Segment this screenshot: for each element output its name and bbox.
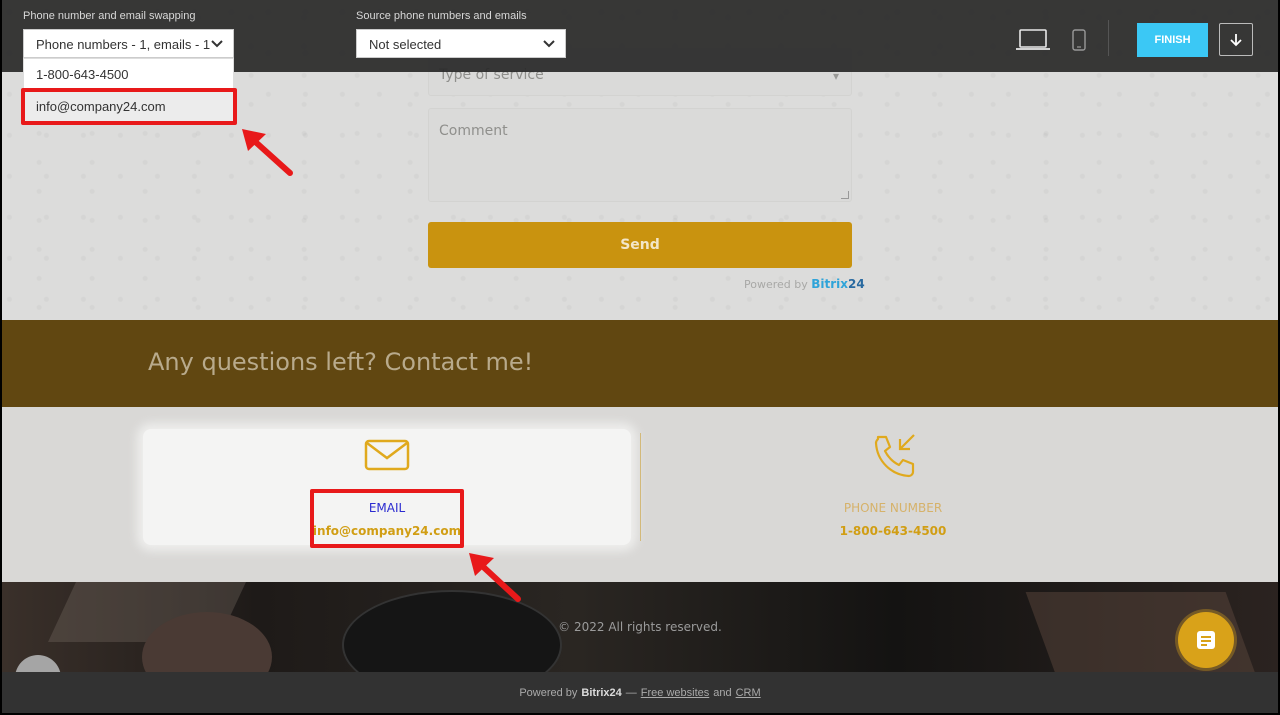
contacts-section: EMAIL info@company24.com PHONE NUMBER 1-… [2,407,1278,582]
envelope-icon [364,439,410,471]
footer-background: © 2022 All rights reserved. [2,582,1278,672]
highlight-box-email [310,489,464,548]
dropdown-item-phone[interactable]: 1-800-643-4500 [24,59,233,91]
comment-textarea[interactable]: Comment [428,108,852,202]
resize-handle-icon[interactable] [841,191,849,199]
swap-select[interactable]: Phone numbers - 1, emails - 1 [23,29,234,58]
download-button[interactable] [1219,23,1253,56]
copyright-text: © 2022 All rights reserved. [558,620,722,634]
form-powered-by: Powered by Bitrix24 [744,277,865,291]
chevron-down-icon [211,36,223,51]
source-label: Source phone numbers and emails [356,10,527,22]
bitrix-logo[interactable]: Bitrix24 [811,277,864,291]
bottom-dash: — [625,686,637,699]
contact-banner: Any questions left? Contact me! [2,320,1278,407]
chat-widget-button[interactable] [1178,612,1234,668]
laptop-icon[interactable] [1016,28,1050,52]
phone-label: PHONE NUMBER [843,501,943,515]
phone-icon[interactable] [1072,29,1086,51]
source-select[interactable]: Not selected [356,29,566,58]
comment-placeholder: Comment [439,123,508,139]
bottom-and: and [713,686,732,699]
contacts-divider [640,433,641,541]
chevron-down-icon [543,36,555,51]
highlight-box-dropdown [21,88,237,125]
free-websites-link[interactable]: Free websites [641,687,709,699]
finish-button[interactable]: FINISH [1137,23,1208,57]
bottom-powered-bar: Powered by Bitrix24 — Free websites and … [2,672,1278,713]
page-frame: Type of service ▾ Comment Send Powered b… [2,0,1278,713]
phone-incoming-icon [874,434,915,478]
send-button[interactable]: Send [428,222,852,268]
red-arrow-icon [469,553,521,602]
chat-form-icon [1197,631,1215,649]
form-powered-prefix: Powered by [744,278,808,291]
bottom-powered-prefix: Powered by [519,686,578,699]
download-icon [1230,33,1242,46]
bitrix24-brand[interactable]: Bitrix24 [581,687,621,699]
source-select-value: Not selected [369,37,442,52]
crm-link[interactable]: CRM [736,687,761,699]
swap-label: Phone number and email swapping [23,10,196,22]
swap-select-value: Phone numbers - 1, emails - 1 [36,37,211,52]
banner-title: Any questions left? Contact me! [148,348,534,376]
phone-value[interactable]: 1-800-643-4500 [793,524,993,538]
toolbar-divider [1108,20,1109,56]
red-arrow-icon [242,129,293,176]
